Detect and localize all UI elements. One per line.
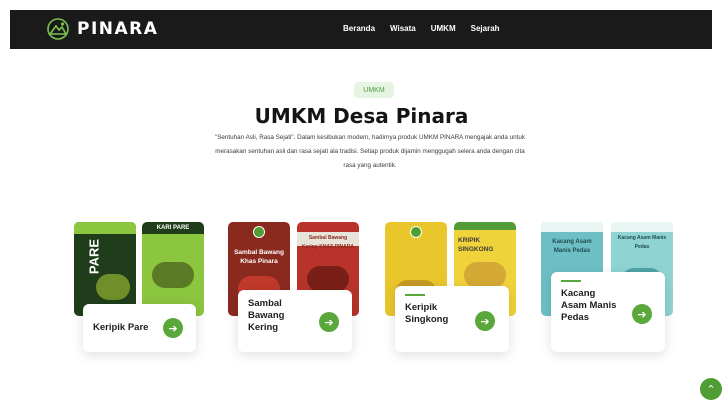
section-badge: UMKM <box>354 82 394 98</box>
main-nav: Beranda Wisata UMKM Sejarah <box>343 22 500 36</box>
section-title: UMKM Desa Pinara <box>254 104 469 128</box>
package-text: Kacang Asam Manis Pedas <box>552 239 592 254</box>
product-name: Kacang Asam Manis Pedas <box>561 288 617 323</box>
scroll-to-top-button[interactable]: ⌃ <box>700 378 722 400</box>
package-text: PARE <box>86 238 102 275</box>
product-card-sambal-bawang-kering[interactable]: Sambal Bawang Khas Pinara Sambal Bawang … <box>228 222 363 352</box>
brand-logo[interactable]: PINARA <box>46 17 158 41</box>
accent-line <box>561 280 581 282</box>
chevron-up-icon: ⌃ <box>706 383 716 396</box>
accent-line <box>405 294 425 296</box>
section-description: "Sentuhan Asli, Rasa Sejati". Dalam kesi… <box>214 134 526 169</box>
arrow-right-icon: ➔ <box>324 316 334 329</box>
arrow-right-icon: ➔ <box>168 322 178 335</box>
nav-link-umkm[interactable]: UMKM <box>431 22 456 36</box>
product-name: Keripik Singkong <box>405 302 449 325</box>
product-image: KARI PARE <box>142 222 204 316</box>
product-link-button[interactable]: ➔ <box>163 318 183 338</box>
product-link-button[interactable]: ➔ <box>319 312 339 332</box>
product-image: PARE <box>74 222 136 316</box>
package-text: Sambal Bawang Khas Pinara <box>234 249 284 265</box>
package-text: Sambal Bawang Kering KHAS PINARA <box>302 235 354 250</box>
product-link-button[interactable]: ➔ <box>475 311 495 331</box>
mountain-logo-icon <box>47 18 69 40</box>
arrow-right-icon: ➔ <box>480 315 490 328</box>
brand-name: PINARA <box>77 19 159 39</box>
product-card-keripik-pare[interactable]: PARE KARI PARE Keripik Pare ➔ <box>72 222 207 352</box>
product-card-keripik-singkong[interactable]: KRIPIK SINGKONG Keripik Singkong ➔ <box>385 222 520 352</box>
package-text: KARI PARE <box>156 225 190 231</box>
package-text: Kacang Asam Manis Pedas <box>617 235 667 250</box>
arrow-right-icon: ➔ <box>637 308 647 321</box>
package-text: KRIPIK SINGKONG <box>458 237 494 253</box>
nav-link-wisata[interactable]: Wisata <box>390 22 416 36</box>
nav-link-beranda[interactable]: Beranda <box>343 22 375 36</box>
nav-link-sejarah[interactable]: Sejarah <box>471 22 500 36</box>
product-card-kacang-asam-manis-pedas[interactable]: Kacang Asam Manis Pedas Kacang Asam Mani… <box>541 222 676 352</box>
product-link-button[interactable]: ➔ <box>632 304 652 324</box>
product-name: Sambal Bawang Kering <box>248 298 285 333</box>
top-navbar: PINARA Beranda Wisata UMKM Sejarah <box>10 10 712 49</box>
